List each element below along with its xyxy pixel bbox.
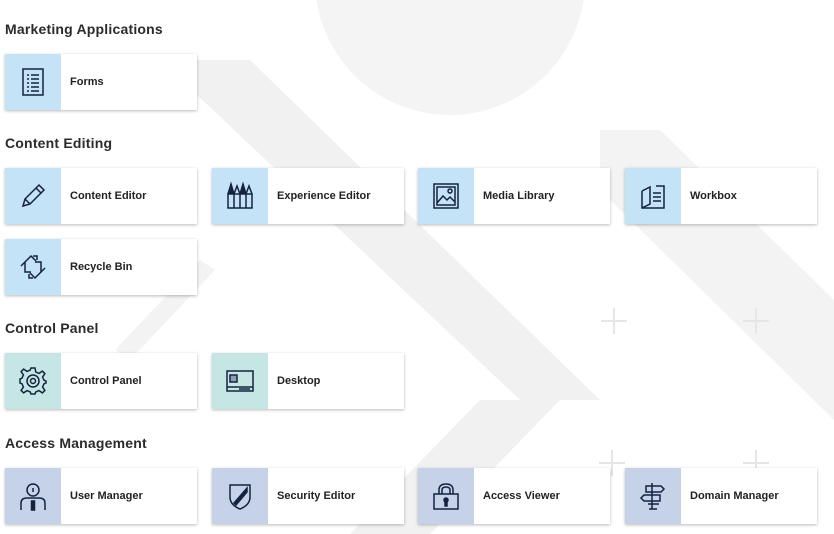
tile-icon-bg bbox=[418, 168, 474, 224]
tile-label: Domain Manager bbox=[690, 490, 779, 502]
tile-access-viewer[interactable]: Access Viewer bbox=[418, 468, 610, 524]
tile-icon-bg bbox=[212, 468, 268, 524]
forms-icon bbox=[22, 68, 44, 96]
recycle-icon bbox=[20, 254, 46, 280]
section-title-access: Access Management bbox=[5, 435, 147, 451]
tile-icon-bg bbox=[625, 168, 681, 224]
tile-workbox[interactable]: Workbox bbox=[625, 168, 817, 224]
tile-label: Control Panel bbox=[70, 375, 142, 387]
tile-media-library[interactable]: Media Library bbox=[418, 168, 610, 224]
gear-icon bbox=[19, 367, 47, 395]
tile-icon-bg bbox=[5, 239, 61, 295]
tile-experience-editor[interactable]: Experience Editor bbox=[212, 168, 404, 224]
signpost-icon bbox=[639, 483, 666, 510]
tile-icon-bg bbox=[418, 468, 474, 524]
tile-desktop[interactable]: Desktop bbox=[212, 353, 404, 409]
tile-label: Content Editor bbox=[70, 190, 147, 202]
pencil-icon bbox=[21, 183, 46, 208]
tile-label: Media Library bbox=[483, 190, 555, 202]
tile-domain-manager[interactable]: Domain Manager bbox=[625, 468, 817, 524]
pencils-icon bbox=[227, 181, 253, 209]
workbox-icon bbox=[641, 185, 665, 209]
section-title-content: Content Editing bbox=[5, 135, 113, 151]
tile-label: Workbox bbox=[690, 190, 737, 202]
tile-icon-bg bbox=[5, 168, 61, 224]
tile-forms[interactable]: Forms bbox=[5, 54, 197, 110]
tile-icon-bg bbox=[5, 468, 61, 524]
tile-icon-bg bbox=[625, 468, 681, 524]
tile-icon-bg bbox=[5, 54, 61, 110]
tile-content-editor[interactable]: Content Editor bbox=[5, 168, 197, 224]
shield-icon bbox=[229, 484, 251, 510]
image-icon bbox=[433, 183, 459, 209]
tile-label: Recycle Bin bbox=[70, 261, 133, 273]
user-icon bbox=[20, 483, 46, 511]
desktop-icon bbox=[226, 370, 254, 392]
tile-label: User Manager bbox=[70, 490, 143, 502]
tile-label: Experience Editor bbox=[277, 190, 371, 202]
tile-icon-bg bbox=[212, 168, 268, 224]
section-title-control: Control Panel bbox=[5, 320, 99, 336]
section-title-marketing: Marketing Applications bbox=[5, 21, 163, 37]
tile-user-manager[interactable]: User Manager bbox=[5, 468, 197, 524]
tile-label: Security Editor bbox=[277, 490, 356, 502]
tile-recycle-bin[interactable]: Recycle Bin bbox=[5, 239, 197, 295]
tile-icon-bg bbox=[5, 353, 61, 409]
lock-icon bbox=[433, 483, 459, 510]
tile-label: Forms bbox=[70, 76, 104, 88]
tile-control-panel[interactable]: Control Panel bbox=[5, 353, 197, 409]
tile-icon-bg bbox=[212, 353, 268, 409]
tile-label: Access Viewer bbox=[483, 490, 560, 502]
tile-security-editor[interactable]: Security Editor bbox=[212, 468, 404, 524]
tile-label: Desktop bbox=[277, 375, 321, 387]
